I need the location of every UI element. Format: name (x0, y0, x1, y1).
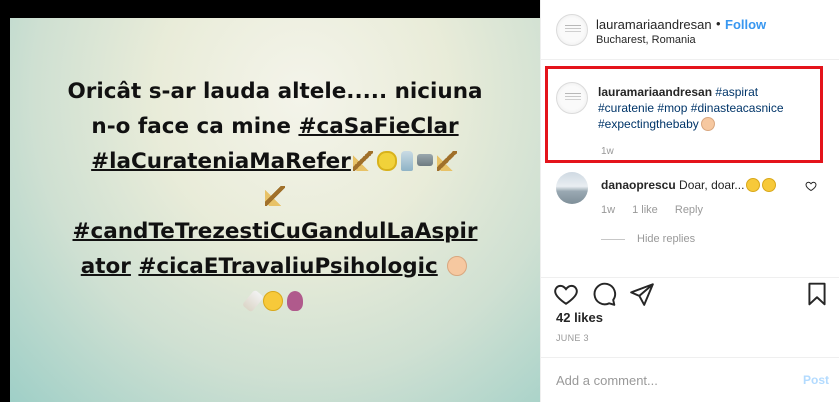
sponge-icon (376, 151, 397, 171)
post-text-line-1: Oricât s-ar lauda altele..... niciuna (67, 79, 483, 104)
post-sidebar: lauramariaandresan • Follow Bucharest, R… (540, 0, 839, 402)
like-heart-icon[interactable] (553, 281, 579, 307)
comment-text: Doar, doar... (679, 178, 745, 192)
commenter-username[interactable]: danaoprescu (601, 178, 676, 192)
bookmark-icon[interactable] (804, 281, 830, 307)
post-hashtag-4: #cicaETravaliuPsihologic (138, 254, 438, 279)
author-username[interactable]: lauramariaandresan (596, 17, 712, 32)
post-image-text: Oricât s-ar lauda altele..... niciuna n-… (30, 74, 520, 319)
caption-hashtag[interactable]: #mop (657, 101, 687, 115)
broom-icon (352, 151, 373, 171)
like-count[interactable]: 42 likes (556, 310, 603, 325)
post-hashtag-1: #caSaFieClar (298, 114, 459, 139)
comment-like-heart-icon[interactable] (805, 180, 817, 192)
post-hashtag-3-continued: ator (80, 254, 131, 279)
caption-text: lauramariaandresan #aspirat #curatenie #… (598, 84, 788, 132)
commenter-avatar[interactable] (556, 172, 588, 204)
baby-face-icon (447, 256, 468, 276)
comment-body: danaoprescu Doar, doar... (601, 178, 777, 192)
smiley-icon (762, 178, 777, 192)
instagram-post-view: Oricât s-ar lauda altele..... niciuna n-… (0, 0, 839, 402)
comment-bubble-icon[interactable] (591, 281, 617, 307)
post-comment-button[interactable]: Post (803, 373, 829, 387)
comment-meta: 1w 1 like Reply (601, 204, 717, 216)
separator-dot: • (716, 16, 721, 31)
reply-button[interactable]: Reply (675, 204, 703, 216)
post-text-line-2: n-o face ca mine (91, 114, 299, 139)
caption-author-avatar[interactable] (556, 82, 588, 114)
spray-icon (400, 151, 413, 171)
post-actions (541, 277, 839, 309)
broom-icon (436, 151, 457, 171)
broom-icon (265, 186, 285, 206)
caption-username[interactable]: lauramariaandresan (598, 85, 712, 99)
post-hashtag-3: #candTeTrezestiCuGandulLaAspir (72, 219, 478, 244)
post-date[interactable]: JUNE 3 (556, 333, 589, 343)
add-comment-input[interactable] (556, 373, 786, 388)
tap-icon (416, 154, 433, 166)
caption-timestamp[interactable]: 1w (601, 146, 614, 157)
comment-like-count[interactable]: 1 like (632, 204, 658, 216)
silly-face-icon (263, 291, 283, 311)
author-avatar[interactable] (556, 14, 588, 46)
post-hashtag-2: #laCurateniaMaRefer (91, 149, 351, 174)
smiley-icon (746, 178, 761, 192)
replies-divider (601, 239, 625, 240)
post-header: lauramariaandresan • Follow Bucharest, R… (541, 0, 839, 60)
comment-timestamp[interactable]: 1w (601, 204, 615, 216)
hide-replies-button[interactable]: Hide replies (637, 233, 695, 245)
post-location[interactable]: Bucharest, Romania (596, 34, 696, 46)
follow-button[interactable]: Follow (725, 17, 766, 32)
baby-bottle-icon (241, 289, 265, 313)
caption-hashtag[interactable]: #curatenie (598, 101, 654, 115)
caption-hashtag[interactable]: #dinasteacasnice (691, 101, 784, 115)
share-icon[interactable] (629, 281, 655, 307)
caption-hashtag[interactable]: #expectingthebaby (598, 117, 699, 131)
baby-face-icon (700, 117, 715, 131)
caption-hashtag[interactable]: #aspirat (715, 85, 758, 99)
pregnant-woman-icon (287, 291, 303, 311)
post-image[interactable]: Oricât s-ar lauda altele..... niciuna n-… (0, 0, 540, 402)
